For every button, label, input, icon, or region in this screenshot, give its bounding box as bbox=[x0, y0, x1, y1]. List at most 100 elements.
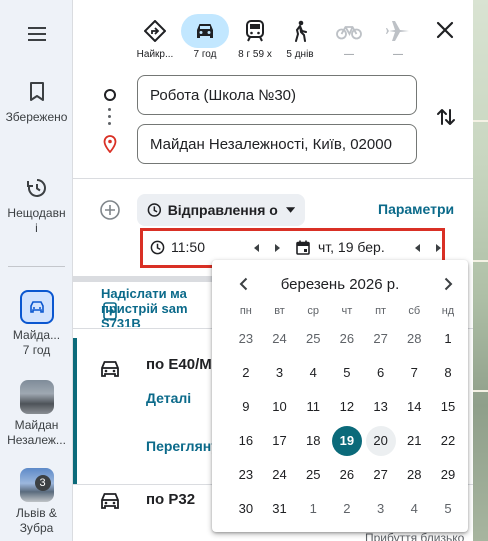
calendar-day[interactable]: 31 bbox=[263, 492, 297, 526]
day-number: 3 bbox=[275, 365, 284, 380]
date-prev-icon[interactable] bbox=[412, 242, 424, 254]
train-icon bbox=[246, 20, 264, 42]
calendar-day[interactable]: 30 bbox=[229, 492, 263, 526]
calendar-day[interactable]: 28 bbox=[397, 458, 431, 492]
swap-icon[interactable] bbox=[435, 106, 457, 128]
send-to-device-link[interactable]: Надіслати ма пристрій sam S731B bbox=[101, 286, 221, 327]
place-photo: 3 bbox=[19, 468, 54, 502]
recent-item-1[interactable]: Майдан Незалеж... bbox=[0, 380, 73, 448]
mode-driving[interactable]: 7 год bbox=[179, 14, 231, 62]
calendar-day[interactable]: 26 bbox=[330, 322, 364, 356]
calendar-day[interactable]: 9 bbox=[229, 390, 263, 424]
day-number: 23 bbox=[238, 331, 254, 346]
calendar-day[interactable]: 18 bbox=[296, 424, 330, 458]
mode-walking[interactable]: 5 днів bbox=[274, 14, 326, 62]
day-number: 20 bbox=[365, 426, 396, 456]
calendar-week: 2 3 4 5 6 7 8 bbox=[229, 356, 465, 390]
date-picker[interactable]: чт, 19 бер. bbox=[296, 239, 385, 255]
menu-icon[interactable] bbox=[27, 26, 47, 42]
recent-item-label: Майда... 7 год bbox=[12, 328, 61, 357]
calendar-day[interactable]: 8 bbox=[431, 356, 465, 390]
day-number: 7 bbox=[410, 365, 418, 380]
saved-button[interactable]: Збережено bbox=[0, 82, 73, 125]
add-stop-icon[interactable] bbox=[99, 199, 121, 221]
calendar-week: 23 24 25 26 27 28 29 bbox=[229, 458, 465, 492]
calendar-day[interactable]: 17 bbox=[263, 424, 297, 458]
caret-down-icon bbox=[285, 207, 295, 213]
calendar-day[interactable]: 26 bbox=[330, 458, 364, 492]
calendar-day[interactable]: 5 bbox=[330, 356, 364, 390]
calendar-day[interactable]: 5 bbox=[431, 492, 465, 526]
calendar-day[interactable]: 25 bbox=[296, 322, 330, 356]
mode-label: 5 днів bbox=[286, 49, 314, 60]
recent-button[interactable]: Нещодавні bbox=[0, 178, 73, 236]
calendar-day[interactable]: 23 bbox=[229, 458, 263, 492]
calendar-day[interactable]: 19 bbox=[330, 424, 364, 458]
calendar-day[interactable]: 16 bbox=[229, 424, 263, 458]
date-next-icon[interactable] bbox=[432, 242, 444, 254]
mode-cycling[interactable]: — bbox=[323, 14, 375, 62]
options-button[interactable]: Параметри bbox=[378, 201, 454, 217]
calendar-day[interactable]: 27 bbox=[364, 322, 398, 356]
day-number: 19 bbox=[331, 426, 362, 456]
date-value: чт, 19 бер. bbox=[318, 239, 385, 255]
calendar-day[interactable]: 24 bbox=[263, 458, 297, 492]
calendar-day[interactable]: 29 bbox=[431, 458, 465, 492]
promo-text: S731B bbox=[101, 316, 141, 327]
calendar-day[interactable]: 27 bbox=[364, 458, 398, 492]
calendar-day[interactable]: 11 bbox=[296, 390, 330, 424]
calendar-day[interactable]: 21 bbox=[397, 424, 431, 458]
time-next-icon[interactable] bbox=[271, 242, 283, 254]
walk-icon bbox=[295, 20, 307, 42]
day-number: 24 bbox=[272, 331, 287, 346]
route-dots-icon bbox=[108, 108, 111, 129]
calendar-day[interactable]: 25 bbox=[296, 458, 330, 492]
time-value: 11:50 bbox=[171, 239, 205, 255]
chevron-left-icon[interactable] bbox=[236, 276, 252, 292]
calendar-day[interactable]: 2 bbox=[330, 492, 364, 526]
close-icon[interactable] bbox=[433, 18, 457, 42]
weekday-label: ср bbox=[307, 305, 320, 317]
mode-flight[interactable]: — bbox=[372, 14, 424, 62]
recent-item-2[interactable]: 3 Львів & Зубра bbox=[0, 468, 73, 536]
bookmark-icon bbox=[29, 82, 44, 101]
day-number: 4 bbox=[410, 501, 418, 516]
calendar-day[interactable]: 22 bbox=[431, 424, 465, 458]
calendar-day[interactable]: 10 bbox=[263, 390, 297, 424]
chevron-right-icon[interactable] bbox=[440, 276, 456, 292]
calendar-day[interactable]: 1 bbox=[431, 322, 465, 356]
calendar-day[interactable]: 24 bbox=[263, 322, 297, 356]
calendar-day[interactable]: 14 bbox=[397, 390, 431, 424]
day-number: 21 bbox=[407, 433, 422, 448]
calendar-day[interactable]: 20 bbox=[364, 424, 398, 458]
calendar-day[interactable]: 28 bbox=[397, 322, 431, 356]
map-view[interactable] bbox=[473, 0, 488, 541]
calendar-day[interactable]: 2 bbox=[229, 356, 263, 390]
divider bbox=[73, 178, 473, 179]
calendar-day[interactable]: 4 bbox=[397, 492, 431, 526]
recent-item-label: Майдан Незалеж... bbox=[7, 418, 66, 447]
depart-time-dropdown[interactable]: Відправлення о bbox=[137, 194, 305, 226]
promo-text: Надіслати ма bbox=[101, 286, 187, 301]
calendar-day[interactable]: 4 bbox=[296, 356, 330, 390]
day-number: 1 bbox=[309, 501, 317, 516]
calendar-day[interactable]: 12 bbox=[330, 390, 364, 424]
best-route-icon bbox=[144, 20, 166, 42]
time-picker[interactable]: 11:50 bbox=[150, 239, 205, 255]
mode-best[interactable]: Найкр... bbox=[129, 14, 181, 62]
time-prev-icon[interactable] bbox=[251, 242, 263, 254]
recent-item-0[interactable]: Майда... 7 год bbox=[0, 290, 73, 358]
day-number: 27 bbox=[373, 331, 388, 346]
calendar-day[interactable]: 23 bbox=[229, 322, 263, 356]
day-number: 17 bbox=[272, 433, 287, 448]
calendar-day[interactable]: 13 bbox=[364, 390, 398, 424]
calendar-day[interactable]: 1 bbox=[296, 492, 330, 526]
calendar-day[interactable]: 6 bbox=[364, 356, 398, 390]
details-link[interactable]: Деталі bbox=[146, 390, 191, 406]
calendar-day[interactable]: 3 bbox=[263, 356, 297, 390]
calendar-day[interactable]: 7 bbox=[397, 356, 431, 390]
calendar-day[interactable]: 15 bbox=[431, 390, 465, 424]
calendar-day[interactable]: 3 bbox=[364, 492, 398, 526]
destination-input[interactable] bbox=[137, 124, 417, 164]
origin-input[interactable] bbox=[137, 75, 417, 115]
